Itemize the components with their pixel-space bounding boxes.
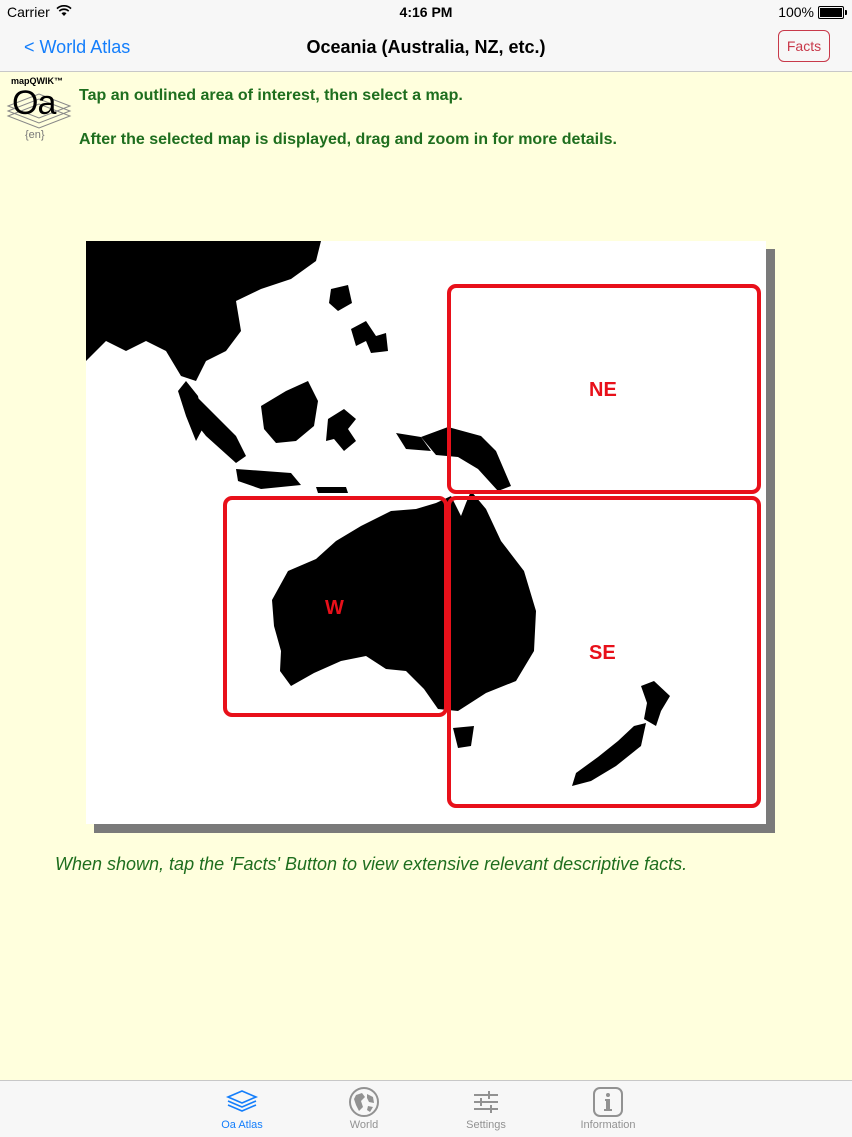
- battery-icon: [818, 6, 847, 19]
- navigation-bar: < World Atlas Oceania (Australia, NZ, et…: [0, 24, 852, 72]
- tab-bar: Oa Atlas World Settings Information: [0, 1080, 852, 1137]
- globe-icon: [349, 1087, 379, 1117]
- sliders-icon: [474, 1091, 498, 1113]
- layers-icon: [225, 1090, 259, 1112]
- region-w[interactable]: W: [223, 496, 448, 717]
- region-w-label: W: [325, 597, 344, 619]
- tab-label: Information: [580, 1119, 636, 1131]
- facts-button[interactable]: Facts: [778, 30, 830, 62]
- battery-percent: 100%: [778, 4, 814, 20]
- tab-settings[interactable]: Settings: [441, 1081, 531, 1137]
- region-se-label: SE: [589, 642, 616, 664]
- status-bar: Carrier 4:16 PM 100%: [0, 0, 852, 24]
- region-ne[interactable]: NE: [447, 284, 761, 494]
- tab-information[interactable]: Information: [563, 1081, 653, 1137]
- instruction-line-2: After the selected map is displayed, dra…: [79, 131, 617, 148]
- instruction-line-1: Tap an outlined area of interest, then s…: [79, 87, 463, 104]
- region-ne-label: NE: [589, 379, 617, 401]
- page-title: Oceania (Australia, NZ, etc.): [306, 37, 546, 57]
- tab-label: Oa Atlas: [221, 1119, 263, 1131]
- logo-code: Oa: [12, 84, 56, 122]
- tab-label: Settings: [466, 1119, 506, 1131]
- tab-label: World: [349, 1119, 379, 1131]
- tab-oa-atlas[interactable]: Oa Atlas: [197, 1081, 287, 1137]
- app-logo: mapQWIK™ Oa {en}: [6, 76, 72, 146]
- tab-world[interactable]: World: [319, 1081, 409, 1137]
- info-icon: [593, 1087, 623, 1117]
- region-se[interactable]: SE: [447, 496, 761, 808]
- logo-language: {en}: [25, 129, 45, 141]
- status-time: 4:16 PM: [399, 4, 453, 20]
- facts-hint: When shown, tap the 'Facts' Button to vi…: [55, 854, 688, 874]
